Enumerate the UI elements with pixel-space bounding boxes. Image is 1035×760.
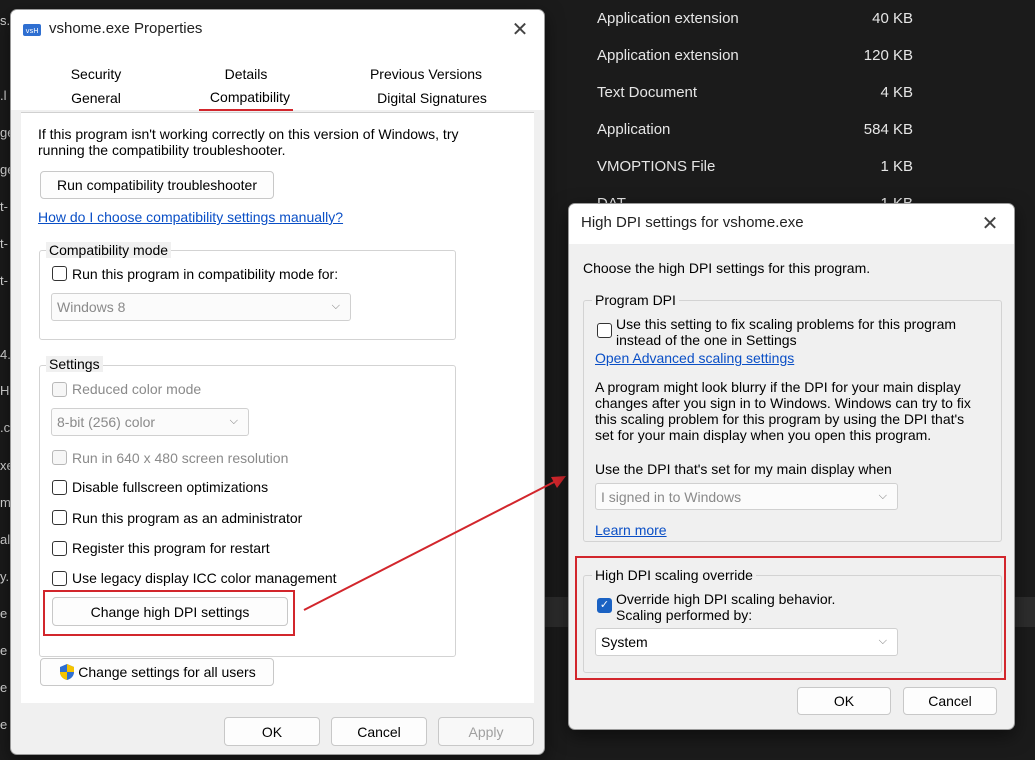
title-bar[interactable]: High DPI settings for vshome.exe ✕ (569, 204, 1014, 244)
dpi-timing-value: I signed in to Windows (601, 488, 742, 505)
explanation-line: A program might look blurry if the DPI f… (595, 379, 961, 395)
advanced-scaling-link[interactable]: Open Advanced scaling settings (595, 350, 794, 366)
high-dpi-dialog: High DPI settings for vshome.exe ✕ Choos… (568, 203, 1015, 730)
chevron-down-icon: ⌵ (878, 489, 887, 502)
dpi-timing-select: I signed in to Windows ⌵ (595, 483, 898, 510)
program-dpi-checkbox-line1: Use this setting to fix scaling problems… (616, 316, 957, 332)
window-title: High DPI settings for vshome.exe (581, 214, 804, 231)
program-dpi-checkbox-label: Use this setting to fix scaling problems… (616, 316, 956, 348)
program-dpi-label: Program DPI (592, 292, 679, 308)
explanation-line: this scaling problem for this program by… (595, 411, 965, 427)
explanation-line: changes after you sign in to Windows. Wi… (595, 395, 971, 411)
close-icon[interactable]: ✕ (978, 212, 1002, 236)
blurry-explanation: A program might look blurry if the DPI f… (595, 379, 971, 443)
dpi-intro: Choose the high DPI settings for this pr… (583, 260, 871, 276)
program-dpi-checkbox-line2: instead of the one in Settings (616, 332, 797, 348)
explanation-line: set for your main display when you open … (595, 427, 932, 443)
use-dpi-label: Use the DPI that's set for my main displ… (595, 461, 892, 477)
highlight-box (575, 556, 1006, 680)
program-dpi-checkbox[interactable] (597, 323, 612, 338)
cancel-button[interactable]: Cancel (903, 687, 997, 715)
ok-button[interactable]: OK (797, 687, 891, 715)
learn-more-link[interactable]: Learn more (595, 522, 667, 538)
